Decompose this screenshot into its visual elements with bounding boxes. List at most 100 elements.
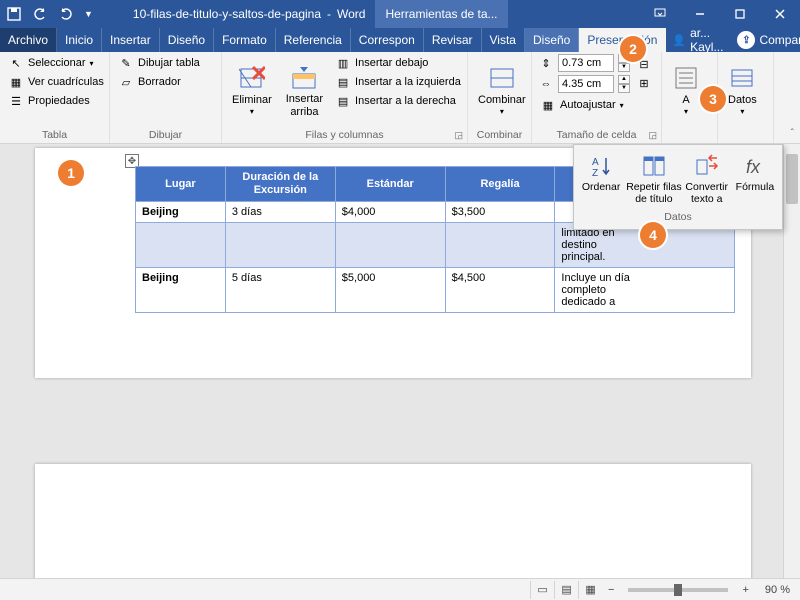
table-cell[interactable]: Incluye un día completo dedicado a — [555, 268, 735, 313]
ordenar-button[interactable]: AZOrdenar — [578, 151, 624, 207]
table-header[interactable]: Duración de la Excursión — [225, 167, 335, 202]
table-cell[interactable]: $3,500 — [445, 202, 555, 223]
eliminar-button[interactable]: Eliminar▾ — [228, 54, 276, 127]
dibujar-tabla-button[interactable]: ✎Dibujar tabla — [116, 54, 202, 72]
formula-icon: fx — [742, 153, 768, 179]
tab-revisar[interactable]: Revisar — [424, 28, 482, 52]
table-cell[interactable]: $5,000 — [335, 268, 445, 313]
table-cell[interactable] — [136, 223, 226, 268]
table-header[interactable]: Regalía — [445, 167, 555, 202]
qat-more-icon[interactable]: ▼ — [84, 9, 93, 19]
group-tabla: Tabla — [6, 127, 103, 143]
insert-below-icon: ▥ — [335, 55, 351, 71]
user-account[interactable]: 👤 ar... Kayl... — [666, 28, 729, 52]
dropdown-group-label: Datos — [574, 209, 782, 229]
scrollbar-thumb[interactable] — [786, 154, 798, 204]
tab-formato[interactable]: Formato — [214, 28, 276, 52]
share-icon: ⇪ — [737, 31, 755, 49]
ribbon-options-icon[interactable] — [640, 0, 680, 28]
page-2: visitar la ciudad prohibida.Beijing7 día… — [35, 464, 751, 578]
tab-inicio[interactable]: Inicio — [57, 28, 102, 52]
distribute-cols-icon[interactable]: ⊞ — [636, 75, 652, 91]
undo-icon[interactable] — [32, 6, 48, 22]
table-cell[interactable]: $4,500 — [445, 268, 555, 313]
vertical-scrollbar[interactable] — [783, 144, 800, 578]
tab-correspondencia[interactable]: Correspon — [351, 28, 424, 52]
formula-button[interactable]: fxFórmula — [732, 151, 778, 207]
tab-insertar[interactable]: Insertar — [102, 28, 160, 52]
table-cell[interactable]: Beijing — [136, 202, 226, 223]
tab-referencia[interactable]: Referencia — [276, 28, 351, 52]
width-icon: ⇔ — [538, 76, 554, 92]
group-combinar: Combinar — [474, 127, 525, 143]
data-icon — [728, 64, 756, 92]
borrador-button[interactable]: ▱Borrador — [116, 73, 202, 91]
ribbon-tabs: Archivo Inicio Insertar Diseño Formato R… — [0, 28, 800, 52]
zoom-level[interactable]: 90 % — [755, 584, 800, 596]
cursor-icon: ↖ — [8, 55, 24, 71]
col-width-input[interactable] — [558, 75, 614, 93]
table-cell[interactable]: $4,000 — [335, 202, 445, 223]
autoajustar-button[interactable]: ▦Autoajustar▾ — [538, 96, 630, 114]
web-layout-icon[interactable]: ▦ — [578, 581, 602, 599]
minimize-icon[interactable] — [680, 0, 720, 28]
zoom-thumb[interactable] — [674, 584, 682, 596]
print-layout-icon[interactable]: ▤ — [554, 581, 578, 599]
table-cell[interactable] — [445, 223, 555, 268]
insertar-izquierda-button[interactable]: ▤Insertar a la izquierda — [333, 73, 463, 91]
alineacion-button[interactable]: A▾ — [668, 54, 704, 127]
eraser-icon: ▱ — [118, 74, 134, 90]
tab-diseno-tabla[interactable]: Diseño — [525, 28, 579, 52]
propiedades-button[interactable]: ☰Propiedades — [6, 92, 106, 110]
table-cell[interactable] — [335, 223, 445, 268]
col-width-control[interactable]: ⇔ ▲▼ — [538, 75, 630, 93]
save-icon[interactable] — [6, 6, 22, 22]
row-height-control[interactable]: ⇕▲▼ — [538, 54, 630, 72]
width-spinner[interactable]: ▲▼ — [618, 75, 630, 93]
dialog-launcher-icon[interactable]: ◲ — [454, 130, 463, 141]
tab-vista[interactable]: Vista — [482, 28, 525, 52]
convertir-texto-button[interactable]: Convertir texto a — [684, 151, 730, 207]
maximize-icon[interactable] — [720, 0, 760, 28]
properties-icon: ☰ — [8, 93, 24, 109]
read-mode-icon[interactable]: ▭ — [530, 581, 554, 599]
insert-left-icon: ▤ — [335, 74, 351, 90]
tab-archivo[interactable]: Archivo — [0, 28, 57, 52]
table-cell[interactable]: 5 días — [225, 268, 335, 313]
app-name: Word — [337, 7, 365, 21]
ver-cuadriculas-button[interactable]: ▦Ver cuadrículas — [6, 73, 106, 91]
document-name: 10-filas-de-titulo-y-saltos-de-pagina — [133, 7, 321, 21]
callout-4: 4 — [640, 222, 666, 248]
datos-button[interactable]: Datos▾ — [724, 54, 761, 127]
zoom-in-icon[interactable]: + — [736, 584, 754, 596]
zoom-slider[interactable] — [628, 588, 728, 592]
dialog-launcher-icon[interactable]: ◲ — [648, 130, 657, 141]
redo-icon[interactable] — [58, 6, 74, 22]
close-icon[interactable] — [760, 0, 800, 28]
table-header[interactable]: Lugar — [136, 167, 226, 202]
insert-right-icon: ▤ — [335, 93, 351, 109]
repeat-header-icon — [641, 153, 667, 179]
table-cell[interactable] — [225, 223, 335, 268]
table-row[interactable]: Beijing5 días$5,000$4,500Incluye un día … — [136, 268, 735, 313]
group-filas-columnas: Filas y columnas◲ — [228, 127, 461, 143]
share-button[interactable]: ⇪ Compartir — [729, 28, 800, 52]
table-cell[interactable]: Beijing — [136, 268, 226, 313]
tab-diseno[interactable]: Diseño — [160, 28, 214, 52]
zoom-out-icon[interactable]: − — [602, 584, 620, 596]
svg-text:A: A — [592, 157, 599, 168]
insertar-debajo-button[interactable]: ▥Insertar debajo — [333, 54, 463, 72]
user-icon: 👤 — [672, 34, 686, 47]
table-header[interactable]: Estándar — [335, 167, 445, 202]
table-cell[interactable]: 3 días — [225, 202, 335, 223]
insertar-arriba-button[interactable]: Insertar arriba — [282, 54, 327, 127]
delete-table-icon — [238, 64, 266, 92]
collapse-ribbon-icon[interactable]: ˆ — [791, 128, 794, 139]
repetir-filas-titulo-button[interactable]: Repetir filas de título — [626, 151, 681, 207]
insertar-derecha-button[interactable]: ▤Insertar a la derecha — [333, 92, 463, 110]
seleccionar-button[interactable]: ↖Seleccionar▾ — [6, 54, 106, 72]
combinar-button[interactable]: Combinar▾ — [474, 54, 530, 127]
row-height-input[interactable] — [558, 54, 614, 72]
callout-2: 2 — [620, 36, 646, 62]
svg-text:Z: Z — [592, 168, 598, 178]
